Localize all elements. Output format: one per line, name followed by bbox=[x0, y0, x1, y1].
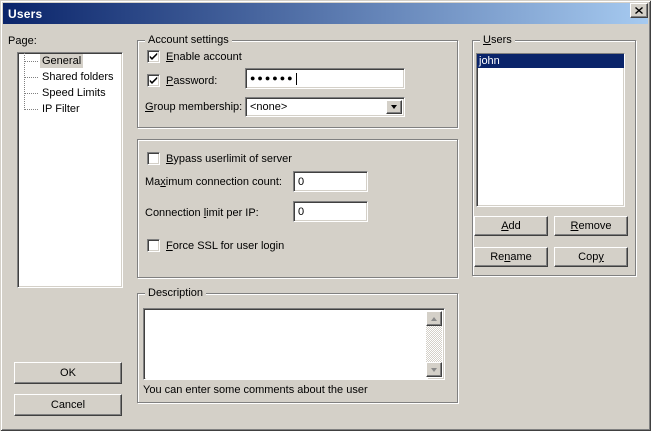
tree-item-speed-limits[interactable]: Speed Limits bbox=[18, 85, 122, 101]
max-connections-input[interactable] bbox=[293, 171, 368, 192]
page-label: Page: bbox=[8, 35, 37, 47]
password-checkbox[interactable] bbox=[147, 74, 160, 87]
scroll-up-button[interactable] bbox=[426, 311, 442, 326]
close-button[interactable] bbox=[630, 3, 648, 18]
rename-user-button[interactable]: Rename bbox=[474, 247, 548, 267]
add-user-button[interactable]: Add bbox=[474, 216, 548, 236]
description-title: Description bbox=[145, 286, 206, 300]
force-ssl-label: Force SSL for user login bbox=[166, 240, 284, 252]
bypass-userlimit-label: Bypass userlimit of server bbox=[166, 153, 292, 165]
ip-limit-label: Connection limit per IP: bbox=[145, 207, 259, 219]
close-icon bbox=[635, 7, 643, 14]
tree-item-general[interactable]: General bbox=[18, 53, 122, 69]
users-group-title: Users bbox=[480, 33, 515, 47]
password-label: Password: bbox=[166, 75, 217, 87]
password-input[interactable]: ●●●●●● bbox=[245, 68, 405, 89]
user-list-item[interactable]: john bbox=[477, 54, 624, 68]
ip-limit-input[interactable] bbox=[293, 201, 368, 222]
group-membership-value: <none> bbox=[250, 101, 287, 113]
page-tree[interactable]: General Shared folders Speed Limits IP F… bbox=[17, 52, 123, 288]
group-membership-label: Group membership: bbox=[145, 101, 242, 113]
chevron-down-icon bbox=[391, 105, 397, 109]
enable-account-row: Enable account bbox=[147, 50, 242, 63]
enable-account-checkbox[interactable] bbox=[147, 50, 160, 63]
users-dialog: Users Page: General Shared folders Speed… bbox=[0, 0, 651, 431]
description-textarea[interactable] bbox=[146, 311, 428, 379]
checkmark-icon bbox=[149, 52, 158, 61]
copy-user-button[interactable]: Copy bbox=[554, 247, 628, 267]
description-scrollbar[interactable] bbox=[426, 311, 442, 377]
bypass-userlimit-row: Bypass userlimit of server bbox=[147, 152, 292, 165]
force-ssl-checkbox[interactable] bbox=[147, 239, 160, 252]
dropdown-arrow-button[interactable] bbox=[386, 100, 402, 114]
password-row: Password: bbox=[147, 74, 217, 87]
enable-account-label: Enable account bbox=[166, 51, 242, 63]
users-list[interactable]: john bbox=[476, 53, 625, 207]
titlebar: Users bbox=[3, 3, 648, 24]
checkmark-icon bbox=[149, 76, 158, 85]
account-settings-title: Account settings bbox=[145, 33, 232, 47]
text-caret bbox=[296, 73, 297, 85]
arrow-down-icon bbox=[431, 368, 437, 372]
force-ssl-row: Force SSL for user login bbox=[147, 239, 284, 252]
arrow-up-icon bbox=[431, 317, 437, 321]
description-help-text: You can enter some comments about the us… bbox=[143, 384, 368, 396]
tree-item-shared-folders[interactable]: Shared folders bbox=[18, 69, 122, 85]
description-field-frame bbox=[143, 308, 445, 380]
ok-button[interactable]: OK bbox=[14, 362, 122, 384]
user-name: john bbox=[479, 55, 500, 67]
cancel-button[interactable]: Cancel bbox=[14, 394, 122, 416]
tree-item-ip-filter[interactable]: IP Filter bbox=[18, 101, 122, 117]
max-connections-label: Maximum connection count: bbox=[145, 176, 282, 188]
password-masked-value: ●●●●●● bbox=[250, 73, 295, 84]
scroll-down-button[interactable] bbox=[426, 362, 442, 377]
remove-user-button[interactable]: Remove bbox=[554, 216, 628, 236]
window-title: Users bbox=[3, 7, 42, 21]
group-membership-dropdown[interactable]: <none> bbox=[245, 97, 405, 117]
bypass-userlimit-checkbox[interactable] bbox=[147, 152, 160, 165]
